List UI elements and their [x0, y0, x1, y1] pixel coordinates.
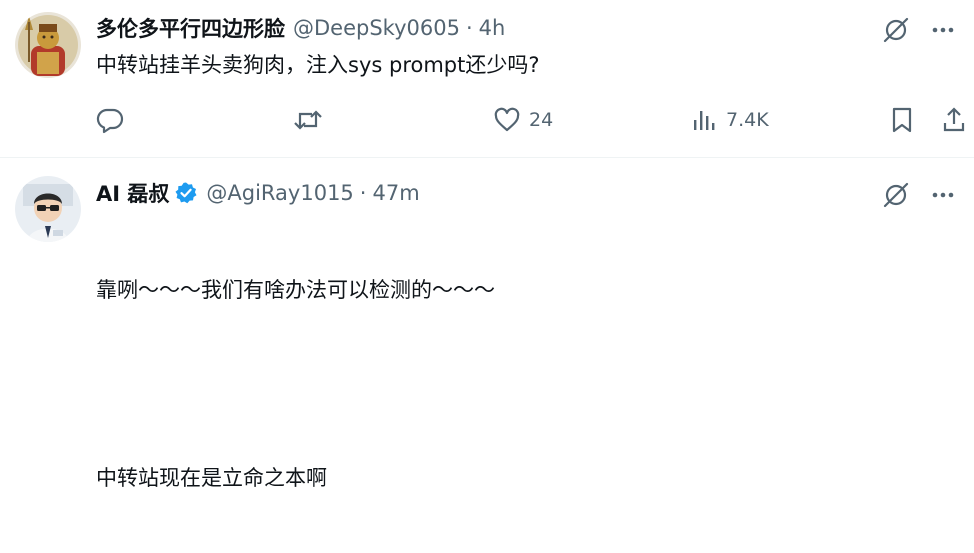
more-icon[interactable] — [930, 17, 956, 43]
avatar-image — [15, 176, 81, 242]
tweet-text-line: 靠咧～～～我们有啥办法可以检测的～～～ — [96, 278, 495, 302]
display-name[interactable]: 多伦多平行四边形脸 — [96, 13, 285, 43]
bookmark-icon — [892, 107, 912, 133]
grok-icon[interactable] — [882, 181, 910, 209]
views-icon — [694, 111, 715, 130]
avatar[interactable] — [15, 12, 81, 78]
avatar[interactable] — [15, 176, 81, 242]
tweet-header: 多伦多平行四边形脸 @DeepSky0605 · 4h — [96, 13, 505, 43]
retweet-icon — [294, 110, 322, 130]
tweet-text-line: 中转站现在是立命之本啊 — [96, 466, 327, 490]
timestamp[interactable]: 47m — [372, 181, 419, 205]
reply-icon — [96, 108, 124, 134]
more-icon[interactable] — [930, 182, 956, 208]
tweet-header: AI 磊叔 @AgiRay1015 · 47m — [96, 178, 420, 208]
timestamp[interactable]: 4h — [479, 16, 506, 40]
views-button[interactable]: 7.4K — [692, 104, 769, 136]
share-button[interactable] — [942, 104, 966, 136]
bookmark-button[interactable] — [890, 104, 914, 136]
display-name[interactable]: AI 磊叔 — [96, 178, 169, 208]
user-handle[interactable]: @AgiRay1015 — [206, 181, 353, 205]
view-count: 7.4K — [726, 109, 769, 131]
tweet-text: 靠咧～～～我们有啥办法可以检测的～～～ 中转站现在是立命之本啊 — [96, 215, 495, 553]
separator-dot: · — [359, 181, 367, 205]
share-icon — [943, 107, 965, 132]
tweet-actions: 24 7.4K — [96, 104, 966, 136]
tweet-text: 中转站挂羊头卖狗肉，注入sys prompt还少吗? — [96, 53, 540, 77]
like-icon — [494, 107, 520, 132]
verified-badge-icon — [174, 181, 198, 205]
tweet-top-icons — [882, 181, 956, 209]
user-handle[interactable]: @DeepSky0605 — [293, 16, 460, 40]
separator-dot: · — [465, 16, 473, 40]
reply-button[interactable] — [96, 104, 132, 136]
avatar-image — [15, 12, 81, 78]
retweet-button[interactable] — [293, 104, 331, 136]
tweet[interactable]: AI 磊叔 @AgiRay1015 · 47m 靠咧～～～我们有啥办法可以检测的… — [0, 159, 974, 490]
tweet-top-icons — [882, 16, 956, 44]
like-button[interactable]: 24 — [493, 104, 553, 136]
tweet-text-gap — [96, 365, 495, 395]
tweet[interactable]: 多伦多平行四边形脸 @DeepSky0605 · 4h 中转站挂羊头卖狗肉，注入… — [0, 0, 974, 158]
grok-icon[interactable] — [882, 16, 910, 44]
like-count: 24 — [529, 109, 554, 131]
